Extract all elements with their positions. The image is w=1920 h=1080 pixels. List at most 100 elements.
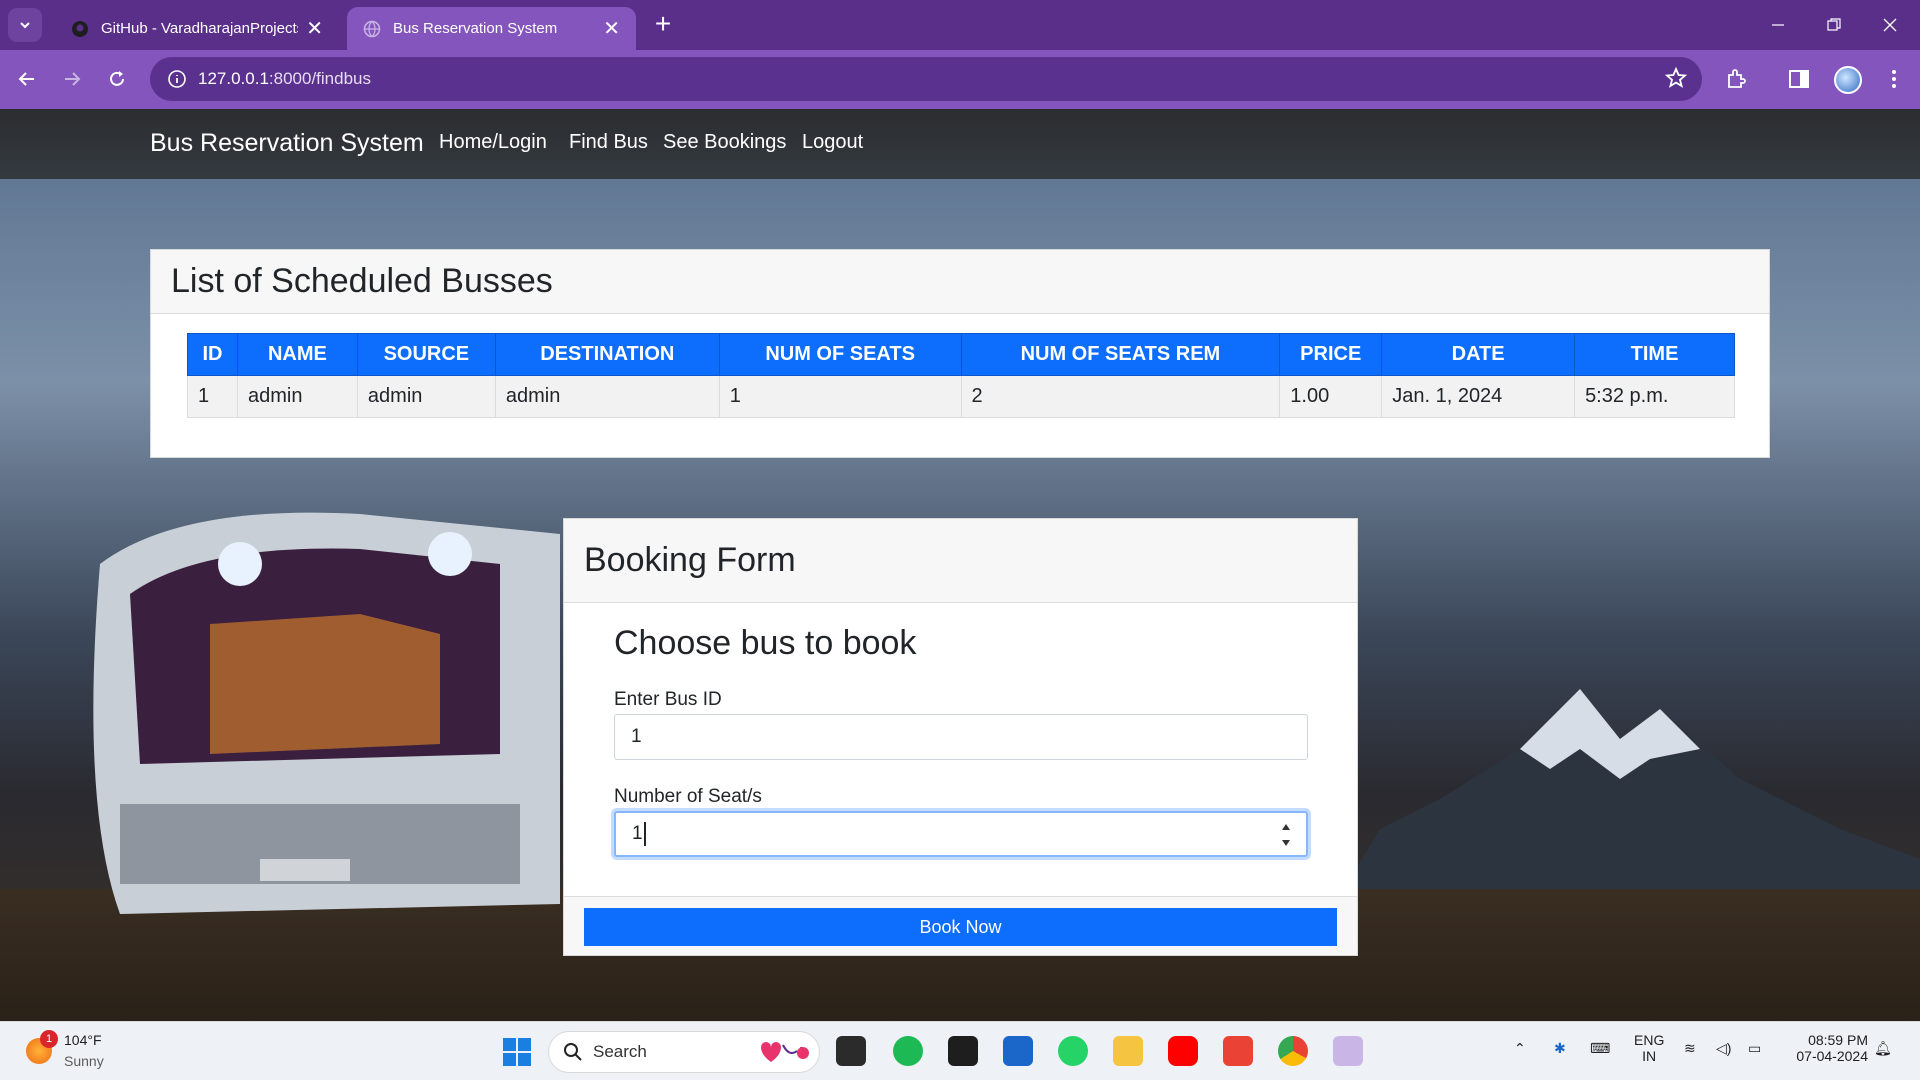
seats-value: 1 xyxy=(632,823,643,844)
table-row: 1 admin admin admin 1 2 1.00 Jan. 1, 202… xyxy=(187,375,1735,418)
bus-background-image xyxy=(93,512,561,914)
minimize-button[interactable] xyxy=(1756,8,1800,42)
cell-id: 1 xyxy=(187,375,238,418)
booking-form-footer: Book Now xyxy=(564,896,1357,955)
column-header-name: NAME xyxy=(236,333,358,376)
seats-number-input[interactable]: 1 xyxy=(614,811,1308,857)
taskbar-search[interactable]: Search xyxy=(548,1031,820,1073)
cell-name: admin xyxy=(236,375,358,418)
windows-start-icon[interactable] xyxy=(503,1038,531,1066)
clock-time: 08:59 PM xyxy=(1808,1032,1868,1048)
spotify-app-icon[interactable] xyxy=(893,1036,923,1066)
system-clock[interactable]: 08:59 PM 07-04-2024 xyxy=(1792,1032,1868,1064)
text-caret xyxy=(643,822,646,846)
cell-num-of-seats-rem: 2 xyxy=(960,375,1281,418)
back-button[interactable] xyxy=(10,62,44,96)
cell-time: 5:32 p.m. xyxy=(1574,375,1735,418)
side-panel-icon[interactable] xyxy=(1785,65,1813,93)
column-header-num-of-seats: NUM OF SEATS xyxy=(718,333,962,376)
weather-temperature[interactable]: 104°F xyxy=(64,1032,102,1048)
weather-description[interactable]: Sunny xyxy=(64,1053,104,1069)
whatsapp-app-icon[interactable] xyxy=(1058,1036,1088,1066)
battery-icon[interactable]: ▭ xyxy=(1748,1040,1761,1057)
nav-link-home-login[interactable]: Home/Login xyxy=(439,131,547,154)
spinner-up-icon[interactable] xyxy=(1281,823,1291,831)
bookmark-star-icon[interactable] xyxy=(1664,66,1688,95)
site-brand[interactable]: Bus Reservation System xyxy=(150,129,424,158)
bus-id-value: 1 xyxy=(631,726,642,747)
site-info-icon[interactable] xyxy=(164,66,190,92)
tab-search-button[interactable] xyxy=(8,8,42,42)
tray-overflow-chevron-icon[interactable]: ⌃ xyxy=(1514,1040,1526,1057)
scheduled-busses-table: ID NAME SOURCE DESTINATION NUM OF SEATS … xyxy=(187,333,1735,418)
cell-source: admin xyxy=(356,375,496,418)
language-top: ENG xyxy=(1634,1032,1665,1048)
scheduled-busses-card: List of Scheduled Busses ID NAME SOURCE … xyxy=(150,249,1770,458)
language-bottom: IN xyxy=(1642,1048,1657,1064)
cell-date: Jan. 1, 2024 xyxy=(1381,375,1576,418)
close-icon[interactable]: ✕ xyxy=(306,16,323,41)
wifi-icon[interactable]: ≋ xyxy=(1684,1040,1696,1057)
booking-form-title: Booking Form xyxy=(564,519,1357,603)
mountain-background-image xyxy=(1320,689,1920,929)
arrow-right-icon xyxy=(65,72,81,86)
choose-bus-heading: Choose bus to book xyxy=(614,624,917,662)
nav-link-find-bus[interactable]: Find Bus xyxy=(569,131,648,154)
nav-link-logout[interactable]: Logout xyxy=(802,131,863,154)
cell-destination: admin xyxy=(494,375,720,418)
column-header-source: SOURCE xyxy=(356,333,496,376)
youtube-app-icon[interactable] xyxy=(1168,1036,1198,1066)
url-text: 127.0.0.1:8000/findbus xyxy=(198,69,371,89)
column-header-price: PRICE xyxy=(1279,333,1383,376)
profile-avatar[interactable] xyxy=(1834,66,1862,94)
number-spinner[interactable] xyxy=(1280,823,1292,847)
chrome-app-icon[interactable] xyxy=(1278,1036,1308,1066)
column-header-time: TIME xyxy=(1574,333,1735,376)
tab-github[interactable]: GitHub - VaradharajanProjects/ ✕ xyxy=(55,7,339,50)
file-explorer-app-icon[interactable] xyxy=(1113,1036,1143,1066)
tab-bus-reservation[interactable]: Bus Reservation System ✕ xyxy=(347,7,636,50)
restore-icon xyxy=(1827,18,1841,31)
site-navbar: Bus Reservation System Home/Login Find B… xyxy=(0,109,1920,179)
search-icon xyxy=(564,1043,582,1061)
book-now-button[interactable]: Book Now xyxy=(584,908,1337,946)
table-header-row: ID NAME SOURCE DESTINATION NUM OF SEATS … xyxy=(187,333,1735,376)
close-window-button[interactable] xyxy=(1868,8,1912,42)
close-icon[interactable]: ✕ xyxy=(603,16,620,41)
chrome-profile-app-icon[interactable] xyxy=(1333,1036,1363,1066)
column-header-num-of-seats-rem: NUM OF SEATS REM xyxy=(960,333,1281,376)
minimize-icon xyxy=(1772,24,1784,26)
clock-date: 07-04-2024 xyxy=(1796,1048,1868,1064)
forward-button[interactable] xyxy=(55,62,89,96)
bus-id-input[interactable]: 1 xyxy=(614,714,1308,760)
restore-button[interactable] xyxy=(1812,8,1856,42)
keyboard-icon[interactable]: ⌨ xyxy=(1590,1040,1610,1057)
extensions-icon[interactable] xyxy=(1722,65,1750,93)
new-tab-button[interactable]: + xyxy=(648,10,678,40)
bluetooth-icon[interactable]: ✱ xyxy=(1554,1040,1566,1057)
terminal-app-icon[interactable] xyxy=(948,1036,978,1066)
reload-button[interactable] xyxy=(100,62,134,96)
notification-bell-icon[interactable]: 🔔︎ xyxy=(1874,1040,1892,1057)
tab-title: Bus Reservation System xyxy=(393,20,558,37)
arrow-left-icon xyxy=(18,72,34,86)
address-bar[interactable]: 127.0.0.1:8000/findbus xyxy=(150,57,1702,101)
spinner-down-icon[interactable] xyxy=(1281,839,1291,847)
language-indicator[interactable]: ENG IN xyxy=(1634,1032,1664,1064)
task-view-app-icon[interactable] xyxy=(836,1036,866,1066)
windows-taskbar: 1 104°F Sunny Search ⌃ ✱ ⌨ ENG IN ≋ ◁) ▭… xyxy=(0,1021,1920,1080)
taskbar-search-label: Search xyxy=(593,1042,647,1061)
url-host: 127.0.0.1 xyxy=(198,69,269,88)
weather-notification-badge: 1 xyxy=(40,1030,58,1048)
nav-link-see-bookings[interactable]: See Bookings xyxy=(663,131,786,154)
chevron-down-icon xyxy=(20,22,30,29)
globe-icon xyxy=(363,20,381,37)
menu-kebab-icon[interactable] xyxy=(1880,65,1908,93)
tab-title: GitHub - VaradharajanProjects/ xyxy=(101,20,299,37)
gmail-app-icon[interactable] xyxy=(1223,1036,1253,1066)
microsoft-store-app-icon[interactable] xyxy=(1003,1036,1033,1066)
close-icon xyxy=(1883,18,1897,32)
volume-icon[interactable]: ◁) xyxy=(1716,1040,1731,1057)
github-icon xyxy=(72,20,88,37)
scheduled-busses-title: List of Scheduled Busses xyxy=(151,250,1769,314)
